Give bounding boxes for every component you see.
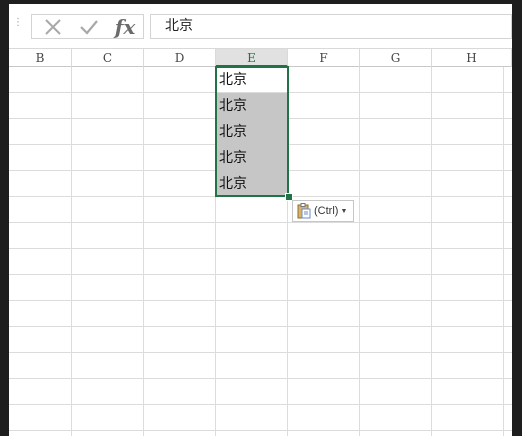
gridline (503, 67, 504, 436)
enter-button[interactable] (76, 15, 102, 38)
paste-options-label: (Ctrl) (314, 205, 339, 217)
column-header-f[interactable]: F (288, 49, 360, 67)
cell-e3[interactable]: 北京 (216, 119, 288, 145)
formula-input[interactable]: 北京 (150, 14, 512, 39)
gridline (9, 248, 512, 249)
formula-buttons: fx (31, 14, 144, 39)
gridline (143, 67, 144, 436)
gridline (9, 300, 512, 301)
gridline (71, 67, 72, 436)
cell-e5[interactable]: 北京 (216, 171, 288, 197)
gridline (431, 67, 432, 436)
cell-e4[interactable]: 北京 (216, 145, 288, 171)
formula-bar: ⋮ fx 北京 (9, 4, 512, 46)
column-header-h[interactable]: H (432, 49, 512, 67)
gridline (9, 326, 512, 327)
x-icon (45, 18, 61, 35)
gridline (359, 67, 360, 436)
gridline (9, 378, 512, 379)
gridline (9, 404, 512, 405)
insert-function-button[interactable]: fx (110, 15, 140, 39)
grip-handle[interactable]: ⋮ (13, 18, 23, 32)
cancel-button[interactable] (40, 15, 66, 38)
column-header-e[interactable]: E (216, 49, 288, 67)
checkmark-icon (80, 19, 98, 35)
column-header-b[interactable]: B (9, 49, 72, 67)
gridline (9, 352, 512, 353)
column-header-row: B C D E F G H (9, 48, 512, 67)
chevron-down-icon: ▼ (340, 207, 348, 215)
clipboard-icon (297, 203, 311, 219)
column-header-c[interactable]: C (72, 49, 144, 67)
gridline (9, 222, 512, 223)
paste-options-button[interactable]: (Ctrl) ▼ (292, 200, 354, 222)
cell-e2[interactable]: 北京 (216, 93, 288, 119)
gridline (9, 430, 512, 431)
column-header-d[interactable]: D (144, 49, 216, 67)
sheet-grid[interactable]: 北京 北京 北京 北京 北京 (9, 66, 512, 436)
gridline (9, 274, 512, 275)
cell-e1[interactable]: 北京 (216, 67, 288, 93)
column-header-g[interactable]: G (360, 49, 432, 67)
